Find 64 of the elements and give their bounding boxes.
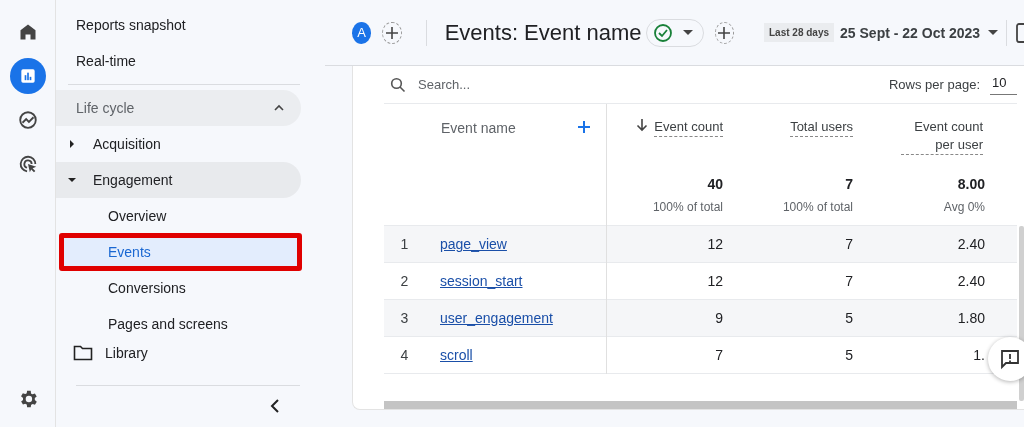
caret-icon <box>68 176 76 184</box>
table-cell: 2.40 <box>957 236 985 252</box>
check-circle-icon <box>652 22 673 43</box>
caret-icon <box>68 140 76 148</box>
table-cell: 7 <box>845 273 853 289</box>
date-range-picker[interactable]: 25 Sept - 22 Oct 2023 <box>840 24 999 41</box>
table-cell: 2.40 <box>957 273 985 289</box>
column-header[interactable]: Total users <box>790 118 853 137</box>
row-number: 2 <box>400 273 409 289</box>
table-cell: 5 <box>845 347 853 363</box>
page-icon[interactable] <box>1016 22 1024 43</box>
total-value: 40 <box>707 176 723 192</box>
caret-icon <box>682 29 693 36</box>
folder-icon <box>73 345 93 361</box>
table-cell: 5 <box>845 310 853 326</box>
plus-icon <box>577 120 591 134</box>
chevron-left-icon <box>270 399 280 413</box>
avatar[interactable]: A <box>352 21 372 44</box>
table-cell: 1.80 <box>957 310 985 326</box>
column-header[interactable]: Event count <box>654 118 723 137</box>
row-number: 4 <box>400 347 409 363</box>
nav-group[interactable]: Acquisition <box>56 126 301 162</box>
total-value: 8.00 <box>957 176 985 192</box>
nav-group[interactable]: Engagement <box>56 162 301 198</box>
add-dimension-button[interactable] <box>577 120 591 134</box>
search-icon <box>390 76 406 93</box>
sort-down-icon[interactable] <box>636 118 649 132</box>
nav-rail-button[interactable] <box>9 58 46 94</box>
table-cell: 7 <box>845 236 853 252</box>
table-cell: 1. <box>973 347 985 363</box>
caret-icon <box>988 29 999 36</box>
event-link[interactable]: page_view <box>440 236 507 252</box>
rows-per-page-label: Rows per page: <box>888 77 980 92</box>
nav-item[interactable]: Conversions <box>56 270 301 306</box>
section-header[interactable]: Life cycle <box>56 90 301 126</box>
row-number: 3 <box>400 310 409 326</box>
scrollbar[interactable] <box>384 401 1017 409</box>
column-header[interactable]: Event count per user <box>901 118 983 155</box>
event-link[interactable]: session_start <box>440 273 523 289</box>
rows-per-page-select[interactable]: 10 <box>990 74 1017 95</box>
total-note: 100% of total <box>782 200 853 214</box>
date-preset-label: Last 28 days <box>764 23 835 42</box>
table-cell: 12 <box>707 273 723 289</box>
column-header: Event name <box>441 120 516 136</box>
feedback-button[interactable] <box>988 337 1024 381</box>
total-value: 7 <box>845 176 853 192</box>
trend-chart-icon <box>16 109 39 131</box>
report-title: Events: Event name <box>444 19 642 46</box>
total-note: Avg 0% <box>943 200 985 214</box>
nav-item[interactable]: Events <box>60 234 301 270</box>
sidebar-item[interactable]: Reports snapshot <box>56 7 325 43</box>
table-cell: 9 <box>715 310 723 326</box>
row-number: 1 <box>400 236 409 252</box>
total-note: 100% of total <box>652 200 723 214</box>
feedback-icon <box>999 348 1021 370</box>
plus-icon <box>385 25 399 40</box>
table-cell: 12 <box>707 236 723 252</box>
plus-icon <box>717 25 732 40</box>
sidebar-item[interactable]: Real-time <box>56 43 325 79</box>
library-item[interactable]: Library <box>56 335 325 371</box>
nav-item[interactable]: Overview <box>56 198 301 234</box>
event-link[interactable]: scroll <box>440 347 473 363</box>
nav-item[interactable]: Pages and screens <box>56 306 301 335</box>
table-cell: 7 <box>715 347 723 363</box>
